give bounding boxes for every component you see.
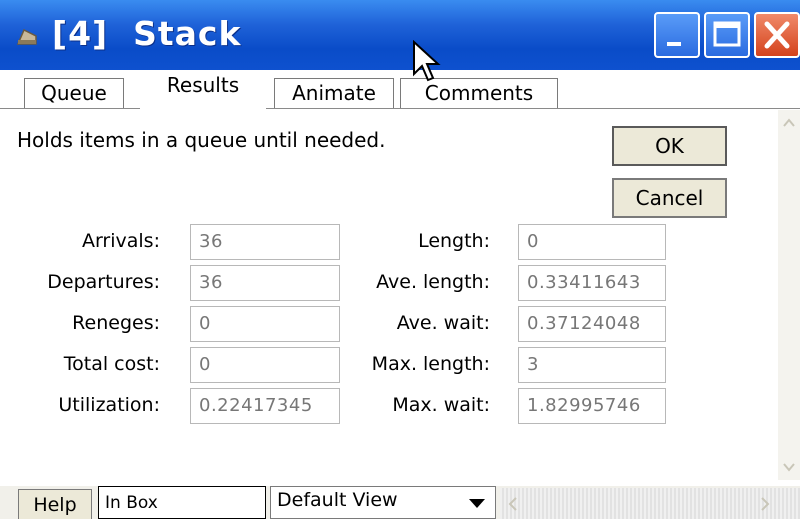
close-icon	[764, 21, 790, 49]
title-bar[interactable]: [4] Stack	[0, 0, 800, 70]
close-button[interactable]	[754, 12, 800, 58]
max-wait-label: Max. wait:	[392, 394, 490, 416]
total-cost-label: Total cost:	[63, 353, 160, 375]
dropdown-arrow-icon[interactable]	[469, 497, 485, 509]
ave-wait-value: 0.37124048	[518, 306, 666, 342]
view-select-value: Default View	[277, 489, 398, 511]
reneges-value: 0	[190, 306, 340, 342]
scroll-arrows-icon	[783, 118, 795, 472]
view-select[interactable]: Default View	[270, 486, 496, 519]
ok-button[interactable]: OK	[612, 126, 727, 166]
in-box-field[interactable]: In Box	[98, 486, 266, 519]
description-text: Holds items in a queue until needed.	[17, 128, 386, 152]
horizontal-scrollbar[interactable]	[500, 488, 800, 519]
minimize-icon	[667, 42, 681, 46]
window-title: [4] Stack	[52, 14, 242, 53]
utilization-value: 0.22417345	[190, 388, 340, 424]
hscroll-arrows-icon	[508, 497, 770, 511]
tab-queue[interactable]: Queue	[24, 78, 124, 108]
departures-value: 36	[190, 265, 340, 301]
departures-label: Departures:	[47, 271, 160, 293]
max-length-label: Max. length:	[371, 353, 490, 375]
ave-wait-label: Ave. wait:	[396, 312, 490, 334]
arrivals-label: Arrivals:	[81, 230, 160, 252]
tab-animate[interactable]: Animate	[274, 78, 394, 108]
help-button[interactable]: Help	[18, 489, 92, 519]
max-length-value: 3	[518, 347, 666, 383]
length-label: Length:	[418, 230, 490, 252]
arrivals-value: 36	[190, 224, 340, 260]
mouse-cursor-icon	[413, 40, 441, 82]
vertical-scrollbar[interactable]	[778, 110, 800, 480]
ave-length-label: Ave. length:	[376, 271, 490, 293]
length-value: 0	[518, 224, 666, 260]
ave-length-value: 0.33411643	[518, 265, 666, 301]
total-cost-value: 0	[190, 347, 340, 383]
cancel-button[interactable]: Cancel	[612, 178, 727, 218]
block-icon	[16, 28, 37, 45]
utilization-label: Utilization:	[58, 394, 160, 416]
maximize-button[interactable]	[704, 12, 750, 58]
tab-results[interactable]: Results	[140, 70, 266, 110]
reneges-label: Reneges:	[72, 312, 160, 334]
tab-strip-divider	[0, 108, 800, 109]
max-wait-value: 1.82995746	[518, 388, 666, 424]
minimize-button[interactable]	[654, 12, 700, 58]
maximize-icon	[713, 21, 741, 47]
